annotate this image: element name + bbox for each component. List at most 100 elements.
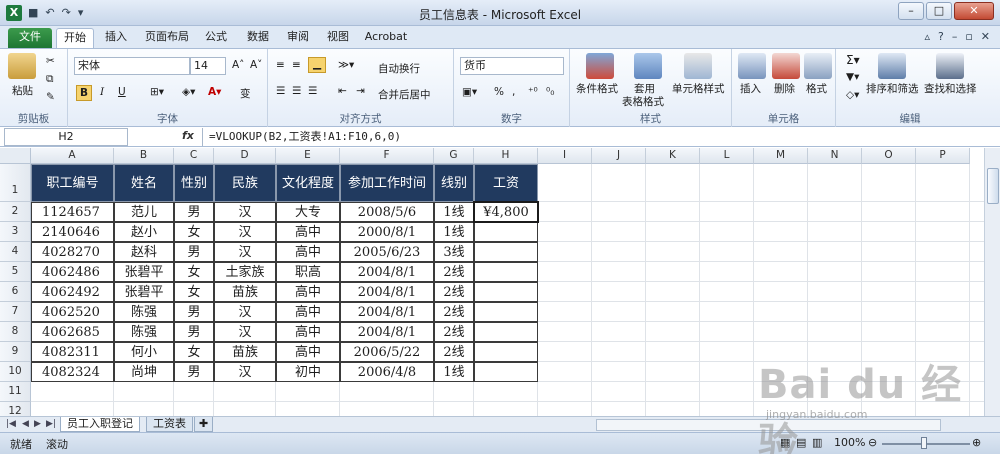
table-cell[interactable]: 汉 [214,222,276,242]
copy-icon[interactable]: ⧉ [46,73,54,86]
table-cell[interactable]: 男 [174,242,214,262]
font-size-select[interactable]: 14 [190,57,226,75]
conditional-format-button[interactable]: 条件格式 [576,81,618,96]
column-header[interactable]: F [340,148,434,164]
column-header[interactable]: G [434,148,474,164]
row-header[interactable]: 4 [0,242,31,262]
zoom-level[interactable]: 100% [834,436,865,449]
customize-toolbar-icon[interactable]: ▾ [78,6,84,19]
help-icon[interactable]: ? [938,30,944,43]
number-format-select[interactable]: 货币 [460,57,564,75]
row-header[interactable]: 10 [0,362,31,382]
table-cell[interactable]: 男 [174,362,214,382]
table-cell[interactable]: 高中 [276,222,340,242]
row-header[interactable]: 11 [0,382,31,402]
column-header[interactable]: E [276,148,340,164]
table-cell[interactable]: 土家族 [214,262,276,282]
table-cell[interactable]: 范儿 [114,202,174,222]
table-cell[interactable]: 2006/4/8 [340,362,434,382]
table-cell[interactable]: 2140646 [31,222,114,242]
redo-icon[interactable]: ↷ [62,6,71,19]
table-cell[interactable]: 陈强 [114,322,174,342]
table-cell[interactable]: 汉 [214,242,276,262]
table-cell[interactable]: 3线 [434,242,474,262]
table-cell[interactable]: 4028270 [31,242,114,262]
clear-icon[interactable]: ◇▾ [846,89,859,101]
column-header[interactable]: N [808,148,862,164]
grow-font-icon[interactable]: A˄ [232,59,244,71]
format-painter-icon[interactable]: ✎ [46,91,55,103]
minimize-ribbon-icon[interactable]: ▵ [924,30,930,43]
minimize-button[interactable]: – [898,2,924,20]
wrap-text-button[interactable]: 自动换行 [378,61,420,76]
table-cell[interactable]: 男 [174,202,214,222]
table-cell[interactable]: 2线 [434,322,474,342]
cut-icon[interactable]: ✂ [46,55,55,67]
table-cell[interactable]: 2线 [434,282,474,302]
table-cell[interactable] [474,262,538,282]
format-cells-button[interactable]: 格式 [806,81,827,96]
conditional-format-icon[interactable] [586,53,614,79]
table-cell[interactable] [474,342,538,362]
workbook-close-icon[interactable]: ✕ [981,30,990,43]
align-top-icon[interactable]: ≡ [276,59,285,71]
table-cell[interactable]: 2004/8/1 [340,322,434,342]
table-cell[interactable]: 男 [174,302,214,322]
tab-page-layout[interactable]: 页面布局 [140,28,194,48]
table-header-cell[interactable]: 工资 [474,164,538,202]
align-middle-icon[interactable]: ≡ [292,59,301,71]
table-cell[interactable]: 女 [174,222,214,242]
table-cell[interactable]: 1线 [434,202,474,222]
insert-cells-button[interactable]: 插入 [740,81,761,96]
column-header[interactable]: L [700,148,754,164]
phonetic-button[interactable]: 变 [240,86,251,101]
tab-review[interactable]: 审阅 [280,28,316,48]
bold-button[interactable]: B [76,85,92,101]
table-cell[interactable]: 2000/8/1 [340,222,434,242]
column-header[interactable]: J [592,148,646,164]
tab-file[interactable]: 文件 [8,28,52,48]
table-cell[interactable]: 4062520 [31,302,114,322]
sheet-tab-salary[interactable]: 工资表 [146,417,193,432]
table-cell[interactable] [474,242,538,262]
table-cell[interactable] [474,322,538,342]
table-cell[interactable]: 1线 [434,362,474,382]
column-header[interactable]: M [754,148,808,164]
prev-sheet-icon[interactable]: ◀ [22,419,29,429]
delete-cells-button[interactable]: 删除 [774,81,795,96]
table-cell[interactable]: 女 [174,262,214,282]
paste-button[interactable]: 粘贴 [12,83,33,98]
table-cell[interactable]: 职高 [276,262,340,282]
accounting-format-icon[interactable]: ▣▾ [462,86,477,98]
row-header[interactable]: 8 [0,322,31,342]
table-cell[interactable]: 4082324 [31,362,114,382]
table-cell[interactable]: 女 [174,282,214,302]
row-header[interactable]: 6 [0,282,31,302]
column-header[interactable]: B [114,148,174,164]
table-cell[interactable]: 赵小 [114,222,174,242]
table-cell[interactable]: 高中 [276,302,340,322]
save-icon[interactable]: ■ [28,6,38,19]
column-header[interactable]: A [31,148,114,164]
table-cell[interactable]: 汉 [214,322,276,342]
zoom-out-icon[interactable]: ⊖ [868,436,877,449]
table-cell[interactable] [474,362,538,382]
increase-decimal-icon[interactable]: ⁺⁰ [528,86,538,98]
column-header[interactable]: O [862,148,916,164]
sort-filter-icon[interactable] [878,53,906,79]
format-cells-icon[interactable] [804,53,832,79]
table-cell[interactable]: 1124657 [31,202,114,222]
table-cell[interactable]: 张碧平 [114,262,174,282]
page-layout-view-icon[interactable]: ▤ [796,436,806,449]
table-cell[interactable]: 4062486 [31,262,114,282]
align-bottom-icon[interactable]: ▁ [308,57,326,73]
format-as-table-button-line2[interactable]: 表格格式 [622,94,664,109]
table-cell[interactable]: 尚坤 [114,362,174,382]
cell-styles-button[interactable]: 单元格样式 [672,81,725,96]
table-cell[interactable]: 赵科 [114,242,174,262]
fill-color-icon[interactable]: ◈▾ [182,86,195,98]
tab-acrobat[interactable]: Acrobat [360,28,412,48]
table-cell[interactable]: 初中 [276,362,340,382]
table-cell[interactable]: 2004/8/1 [340,262,434,282]
table-cell[interactable]: 女 [174,342,214,362]
